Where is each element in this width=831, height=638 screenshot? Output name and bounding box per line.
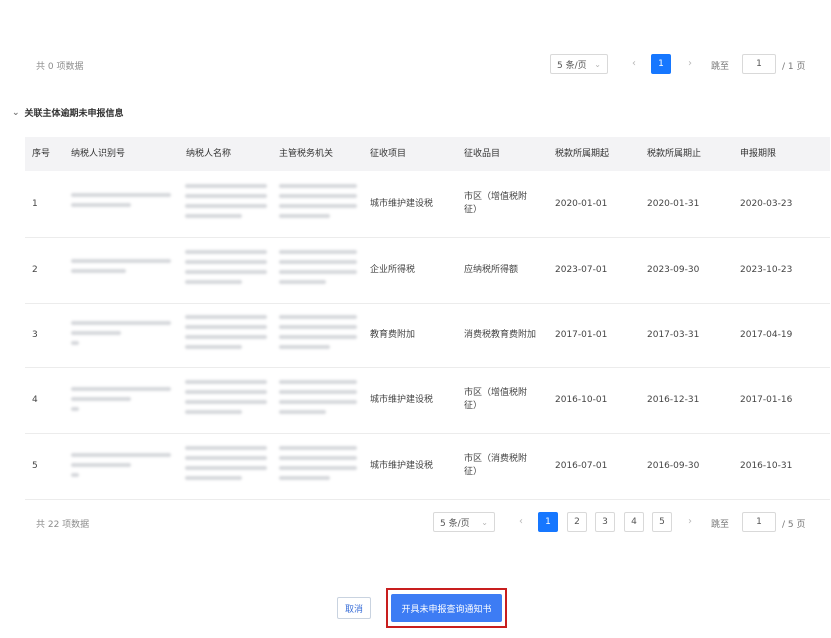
redacted-taxpayer-name: [185, 446, 267, 486]
row-no: 4: [32, 395, 38, 405]
redacted-taxpayer-id: [71, 453, 171, 483]
bottom-page-size-select[interactable]: 5 条/页 ⌄: [433, 512, 495, 532]
row-period-end: 2016-09-30: [647, 461, 700, 471]
redacted-taxpayer-name: [185, 315, 267, 355]
row-period-end: 2020-01-31: [647, 199, 700, 209]
redacted-taxpayer-name: [185, 184, 267, 224]
bottom-page-1[interactable]: 1: [538, 512, 558, 532]
section-title: 关联主体逾期未申报信息: [24, 109, 124, 119]
row-deadline: 2020-03-23: [740, 199, 793, 209]
redacted-tax-authority: [279, 380, 357, 420]
bottom-jump-input[interactable]: 1: [742, 512, 776, 532]
chevron-down-icon: ⌄: [481, 517, 488, 527]
top-jump-label: 跳至: [711, 62, 730, 72]
bottom-page-5[interactable]: 5: [652, 512, 672, 532]
table-row: 3 教育费附加 消费税教育费附加 2017-01-01 2017-03-31 2…: [25, 303, 830, 368]
th-deadline: 申报期限: [740, 149, 777, 159]
row-tax-item: 教育费附加: [370, 330, 416, 340]
th-taxpayer-id: 纳税人识别号: [71, 149, 126, 159]
row-tax-subitem: 消费税教育费附加: [464, 330, 537, 340]
row-deadline: 2023-10-23: [740, 265, 793, 275]
th-tax-item: 征收项目: [370, 149, 407, 159]
row-period-end: 2023-09-30: [647, 265, 700, 275]
bottom-page-4[interactable]: 4: [624, 512, 644, 532]
row-period-start: 2016-10-01: [555, 395, 608, 405]
row-tax-item: 城市维护建设税: [370, 461, 434, 471]
section-header[interactable]: ⌄ 关联主体逾期未申报信息: [12, 106, 124, 120]
redacted-tax-authority: [279, 184, 357, 224]
table-row: 2 企业所得税 应纳税所得额 2023-07-01 2023-09-30 202…: [25, 237, 830, 304]
table-row: 5 城市维护建设税 市区（消费税附 征） 2016-07-01 2016-09-3…: [25, 433, 830, 500]
row-tax-subitem: 市区（增值税附 征）: [464, 192, 528, 215]
table-header: 序号 纳税人识别号 纳税人名称 主管税务机关 征收项目 征收品目 税款所属期起 …: [25, 137, 830, 171]
redacted-taxpayer-id: [71, 387, 171, 417]
row-period-start: 2023-07-01: [555, 265, 608, 275]
cancel-button[interactable]: 取消: [337, 597, 371, 619]
th-no: 序号: [32, 149, 51, 159]
row-tax-item: 城市维护建设税: [370, 199, 434, 209]
row-period-start: 2016-07-01: [555, 461, 608, 471]
chevron-down-icon[interactable]: ⌄: [12, 108, 20, 118]
bottom-page-total: / 5 页: [782, 520, 806, 530]
bottom-prev-page-icon[interactable]: ‹: [514, 516, 528, 527]
bottom-jump-label: 跳至: [711, 520, 730, 530]
row-tax-subitem: 市区（消费税附 征）: [464, 454, 528, 477]
row-deadline: 2017-01-16: [740, 395, 793, 405]
row-tax-subitem: 市区（增值税附 征）: [464, 388, 528, 411]
chevron-down-icon: ⌄: [594, 59, 601, 69]
bottom-page-3[interactable]: 3: [595, 512, 615, 532]
table-row: 4 城市维护建设税 市区（增值税附 征） 2016-10-01 2016-12-3…: [25, 367, 830, 434]
row-deadline: 2017-04-19: [740, 330, 793, 340]
top-page-size-value: 5 条/页: [557, 60, 587, 71]
table-row: 1 城市维护建设税 市区（增值税附 征） 2020-01-01 2020-01-3…: [25, 171, 830, 238]
top-page-total: / 1 页: [782, 62, 806, 72]
top-jump-input[interactable]: 1: [742, 54, 776, 74]
top-page-size-select[interactable]: 5 条/页 ⌄: [550, 54, 608, 74]
row-tax-subitem: 应纳税所得额: [464, 265, 519, 275]
top-next-page-icon[interactable]: ›: [683, 58, 697, 69]
row-no: 1: [32, 199, 38, 209]
bottom-next-page-icon[interactable]: ›: [683, 516, 697, 527]
redacted-taxpayer-name: [185, 380, 267, 420]
bottom-total-count: 共 22 项数据: [36, 520, 90, 530]
redacted-tax-authority: [279, 446, 357, 486]
th-taxpayer-name: 纳税人名称: [186, 149, 232, 159]
row-period-end: 2017-03-31: [647, 330, 700, 340]
top-page-1[interactable]: 1: [651, 54, 671, 74]
redacted-tax-authority: [279, 315, 357, 355]
bottom-page-size-value: 5 条/页: [440, 518, 470, 529]
row-period-start: 2020-01-01: [555, 199, 608, 209]
row-no: 3: [32, 330, 38, 340]
row-period-start: 2017-01-01: [555, 330, 608, 340]
redacted-taxpayer-id: [71, 259, 171, 279]
bottom-page-2[interactable]: 2: [567, 512, 587, 532]
th-tax-subitem: 征收品目: [464, 149, 501, 159]
th-period-start: 税款所属期起: [555, 149, 610, 159]
redacted-taxpayer-id: [71, 193, 171, 213]
row-tax-item: 城市维护建设税: [370, 395, 434, 405]
th-period-end: 税款所属期止: [647, 149, 702, 159]
row-period-end: 2016-12-31: [647, 395, 700, 405]
row-tax-item: 企业所得税: [370, 265, 416, 275]
top-prev-page-icon[interactable]: ‹: [627, 58, 641, 69]
top-total-count: 共 0 项数据: [36, 62, 84, 72]
redacted-taxpayer-id: [71, 321, 171, 351]
row-deadline: 2016-10-31: [740, 461, 793, 471]
issue-notice-button[interactable]: 开具未申报查询通知书: [391, 594, 502, 622]
redacted-tax-authority: [279, 250, 357, 290]
row-no: 2: [32, 265, 38, 275]
th-tax-authority: 主管税务机关: [279, 149, 334, 159]
redacted-taxpayer-name: [185, 250, 267, 290]
row-no: 5: [32, 461, 38, 471]
